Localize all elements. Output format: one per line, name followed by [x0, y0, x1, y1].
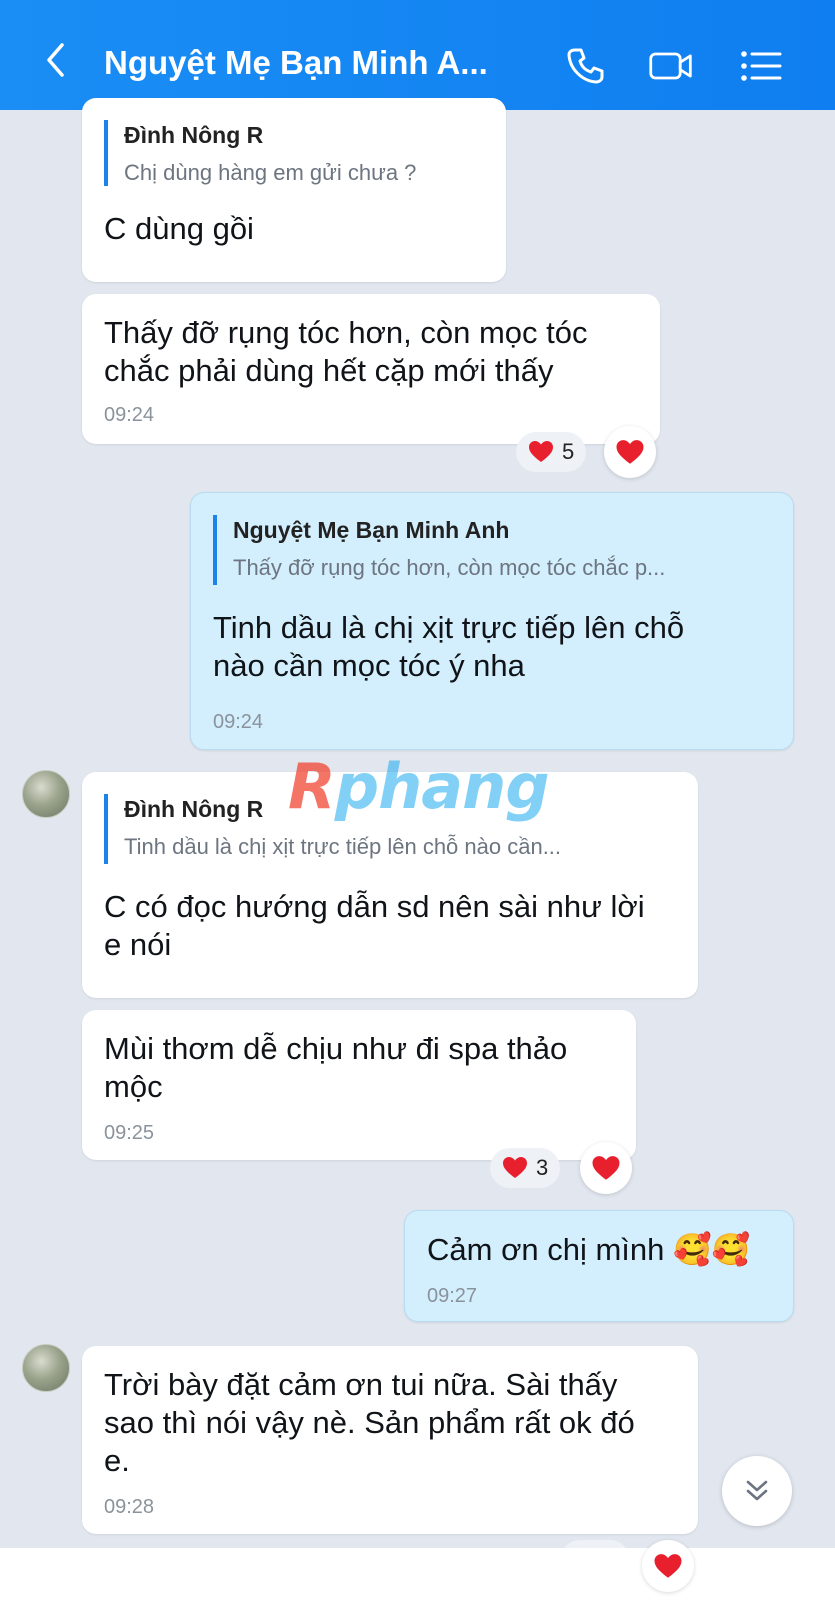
message-line: e nói: [104, 927, 172, 962]
message-time: 09:25: [104, 1122, 155, 1144]
heart-icon: [616, 439, 644, 464]
message-text: Cảm ơn chị mình 🥰🥰: [427, 1232, 751, 1267]
heart-icon: [654, 1553, 682, 1578]
message-line: sao thì nói vậy nè. Sản phẩm rất ok đó: [104, 1405, 635, 1440]
reaction-count: 5: [562, 439, 575, 464]
quoted-reply[interactable]: Đình Nông R Chị dùng hàng em gửi chưa ?: [104, 120, 416, 186]
message-line: C có đọc hướng dẫn sd nên sài như lời: [104, 889, 645, 924]
message-line: e.: [104, 1443, 130, 1478]
scroll-to-bottom-button[interactable]: [722, 1456, 792, 1526]
message-bubble[interactable]: Mùi thơm dễ chịu như đi spa thảo mộc 09:…: [82, 1010, 636, 1160]
quote-author: Nguyệt Mẹ Bạn Minh Anh: [233, 517, 510, 543]
message-bubble[interactable]: Cảm ơn chị mình 🥰🥰 09:27: [404, 1210, 794, 1322]
watermark-logo: Rphang: [288, 750, 550, 823]
quote-text: Thấy đỡ rụng tóc hơn, còn mọc tóc chắc p…: [233, 555, 666, 580]
message-text: C có đọc hướng dẫn sd nên sài như lời e …: [104, 888, 645, 964]
menu-button[interactable]: [738, 46, 784, 86]
quote-text: Chị dùng hàng em gửi chưa ?: [124, 160, 417, 185]
heart-icon: [592, 1155, 620, 1180]
message-bubble[interactable]: Thấy đỡ rụng tóc hơn, còn mọc tóc chắc p…: [82, 294, 660, 444]
message-line: mộc: [104, 1069, 163, 1104]
reaction-summary[interactable]: 3: [490, 1148, 561, 1188]
message-line: Trời bày đặt cảm ơn tui nữa. Sài thấy: [104, 1367, 618, 1402]
message-bubble[interactable]: Nguyệt Mẹ Bạn Minh Anh Thấy đỡ rụng tóc …: [190, 492, 794, 750]
reaction-summary[interactable]: 5: [516, 432, 587, 472]
message-time: 09:27: [427, 1285, 478, 1307]
react-button[interactable]: [580, 1142, 632, 1194]
input-area: [0, 1548, 835, 1600]
message-line: nào cần mọc tóc ý nha: [213, 648, 525, 683]
chat-header: Nguyệt Mẹ Bạn Minh A...: [0, 0, 835, 110]
message-text: Trời bày đặt cảm ơn tui nữa. Sài thấy sa…: [104, 1366, 635, 1480]
video-call-button[interactable]: [648, 46, 694, 86]
message-text: Thấy đỡ rụng tóc hơn, còn mọc tóc chắc p…: [104, 314, 588, 390]
reaction-count: 3: [536, 1155, 549, 1180]
message-time: 09:24: [213, 711, 264, 733]
message-line: Mùi thơm dễ chịu như đi spa thảo: [104, 1031, 568, 1066]
quoted-reply[interactable]: Nguyệt Mẹ Bạn Minh Anh Thấy đỡ rụng tóc …: [213, 515, 665, 585]
heart-icon: [529, 441, 553, 462]
video-camera-icon: [649, 52, 692, 80]
quote-text: Tinh dầu là chị xịt trực tiếp lên chỗ nà…: [124, 834, 562, 859]
message-time: 09:24: [104, 404, 155, 426]
double-chevron-down-icon: [746, 1480, 768, 1501]
message-text: Tinh dầu là chị xịt trực tiếp lên chỗ nà…: [213, 609, 684, 685]
heart-icon: [503, 1157, 527, 1178]
phone-icon: [567, 48, 604, 84]
call-button[interactable]: [562, 46, 608, 86]
avatar[interactable]: [22, 1344, 70, 1392]
message-line: Thấy đỡ rụng tóc hơn, còn mọc tóc: [104, 315, 588, 350]
message-line: chắc phải dùng hết cặp mới thấy: [104, 353, 554, 388]
message-time: 09:28: [104, 1496, 155, 1518]
message-bubble[interactable]: Đình Nông R Chị dùng hàng em gửi chưa ? …: [82, 98, 506, 282]
message-bubble[interactable]: Trời bày đặt cảm ơn tui nữa. Sài thấy sa…: [82, 1346, 698, 1534]
back-button[interactable]: [38, 42, 74, 78]
chevron-left-icon: [47, 43, 64, 77]
message-text: C dùng gồi: [104, 211, 254, 246]
react-button[interactable]: [604, 426, 656, 478]
message-line: Tinh dầu là chị xịt trực tiếp lên chỗ: [213, 610, 685, 645]
list-menu-icon: [741, 51, 782, 81]
chat-title[interactable]: Nguyệt Mẹ Bạn Minh A...: [104, 44, 488, 82]
quote-author: Đình Nông R: [124, 122, 264, 148]
message-text: Mùi thơm dễ chịu như đi spa thảo mộc: [104, 1030, 567, 1106]
avatar[interactable]: [22, 770, 70, 818]
react-button[interactable]: [642, 1540, 694, 1592]
